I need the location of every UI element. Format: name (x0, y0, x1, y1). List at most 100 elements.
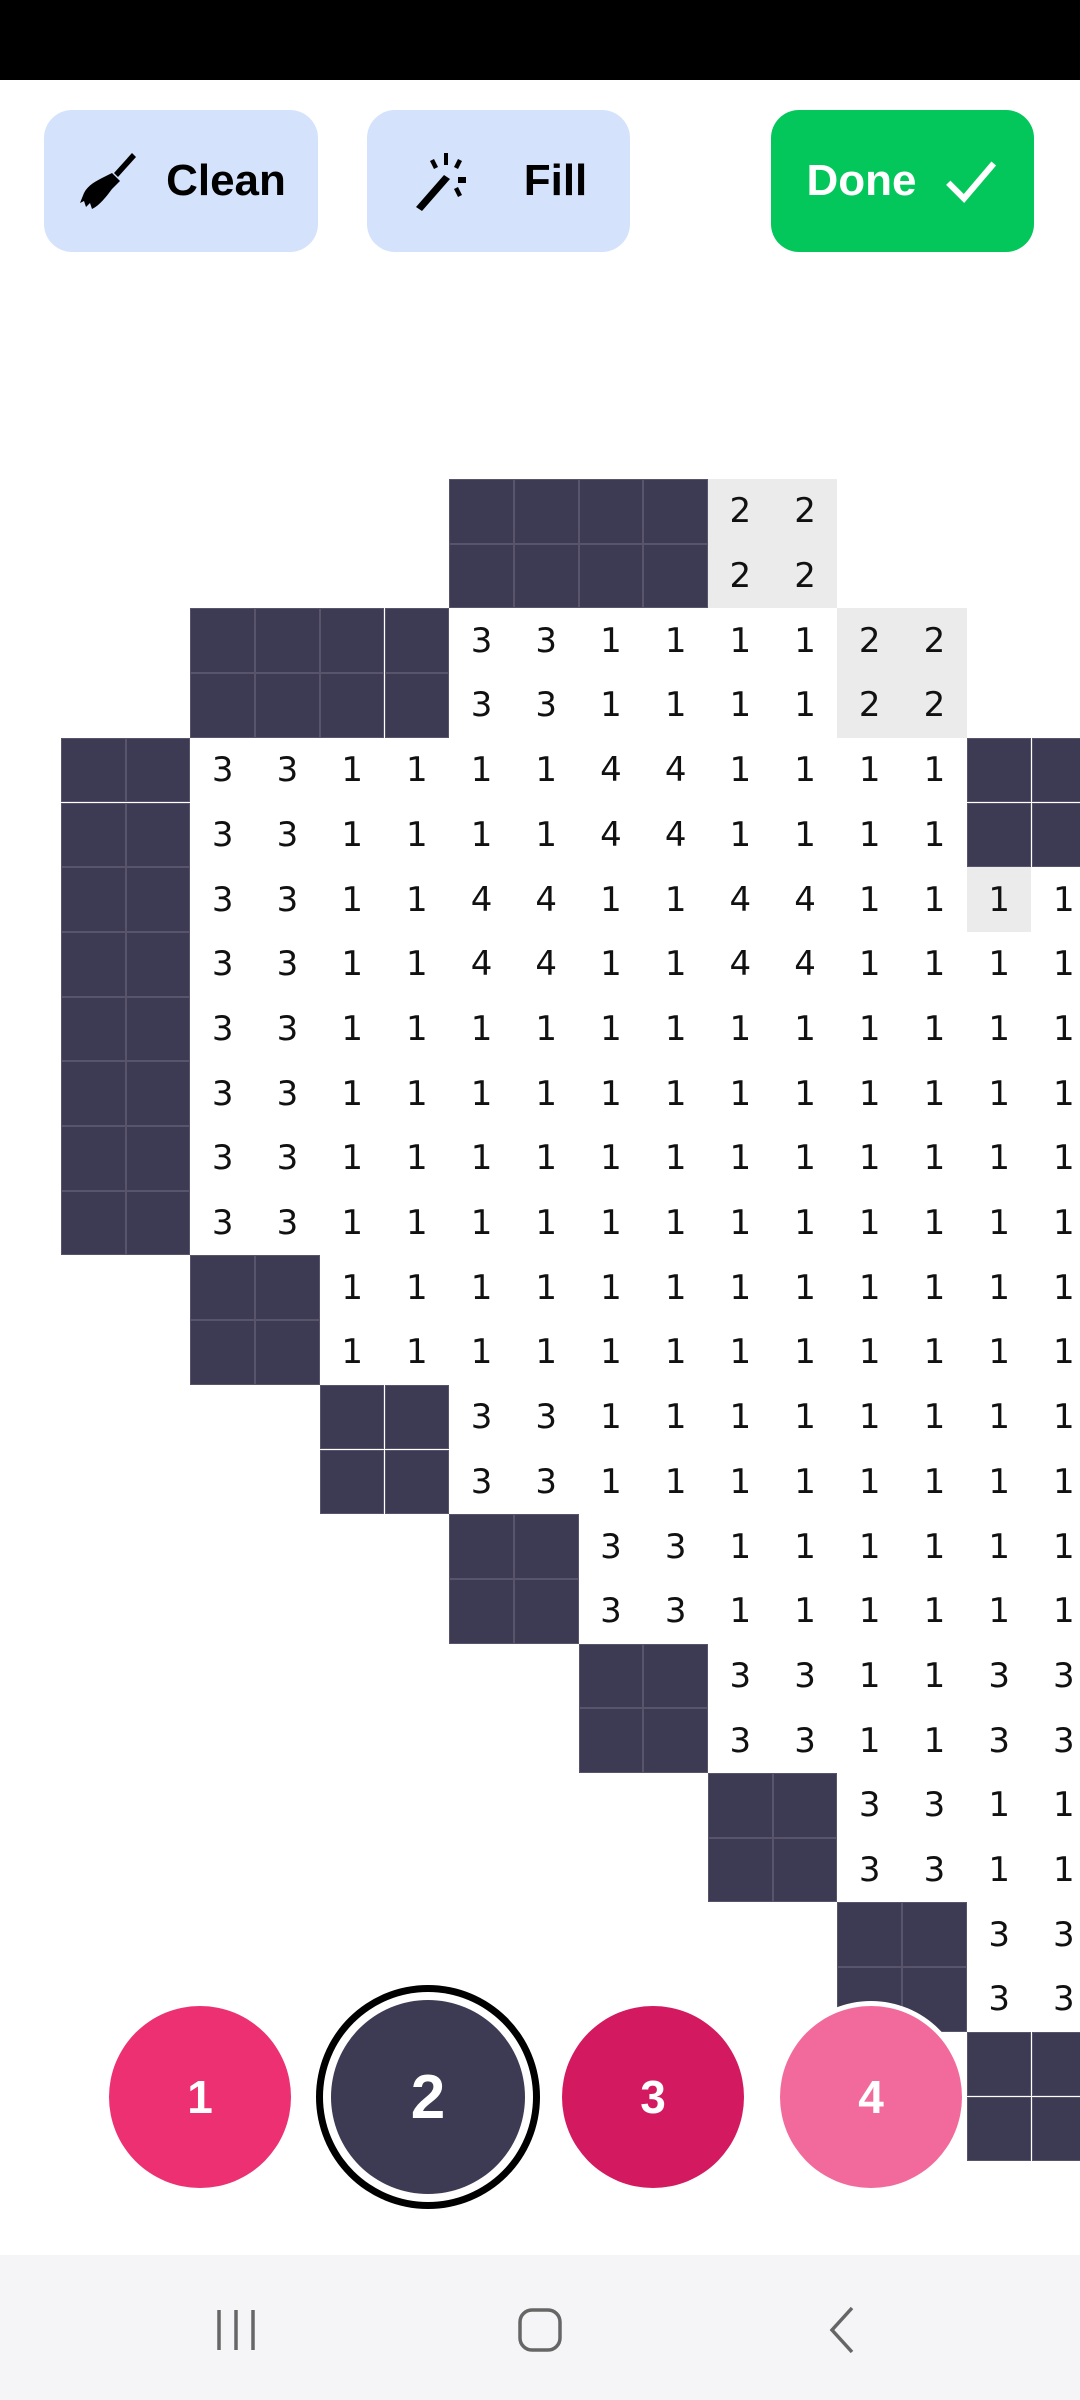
number-cell[interactable]: 1 (579, 608, 644, 673)
number-cell[interactable]: 1 (773, 997, 838, 1062)
painted-cell[interactable] (319, 1384, 385, 1450)
painted-cell[interactable] (61, 867, 126, 932)
painted-cell[interactable] (255, 1320, 320, 1385)
palette-color-1[interactable]: 1 (109, 2006, 291, 2188)
painted-cell[interactable] (643, 1643, 708, 1709)
number-cell[interactable]: 1 (773, 1126, 838, 1191)
painted-cell[interactable] (61, 996, 126, 1062)
highlighted-cell[interactable]: 2 (772, 479, 838, 544)
number-cell[interactable]: 1 (579, 997, 644, 1062)
number-cell[interactable]: 3 (579, 1514, 644, 1579)
number-cell[interactable]: 1 (1032, 867, 1080, 932)
painted-cell[interactable] (1031, 2096, 1080, 2162)
recents-icon[interactable] (196, 2295, 276, 2365)
painted-cell[interactable] (384, 608, 450, 674)
number-cell[interactable]: 1 (449, 803, 514, 868)
number-cell[interactable]: 1 (837, 1320, 902, 1385)
number-cell[interactable]: 1 (514, 1320, 579, 1385)
number-cell[interactable]: 1 (773, 608, 838, 673)
number-cell[interactable]: 3 (967, 1902, 1032, 1967)
number-cell[interactable]: 1 (837, 1579, 902, 1644)
number-cell[interactable]: 1 (902, 1061, 967, 1126)
painted-cell[interactable] (708, 1773, 773, 1838)
painted-cell[interactable] (772, 1837, 838, 1903)
number-cell[interactable]: 3 (773, 1708, 838, 1773)
number-cell[interactable]: 3 (255, 867, 320, 932)
number-cell[interactable]: 1 (773, 673, 838, 738)
number-cell[interactable]: 1 (773, 803, 838, 868)
number-cell[interactable]: 1 (643, 1126, 708, 1191)
number-cell[interactable]: 3 (1032, 1708, 1080, 1773)
number-cell[interactable]: 3 (773, 1644, 838, 1709)
painted-cell[interactable] (966, 737, 1032, 803)
number-cell[interactable]: 1 (967, 997, 1032, 1062)
number-cell[interactable]: 3 (902, 1838, 967, 1903)
painted-cell[interactable] (513, 1578, 579, 1644)
painted-cell[interactable] (966, 2096, 1032, 2162)
painted-cell[interactable] (61, 737, 126, 803)
number-cell[interactable]: 1 (1032, 1385, 1080, 1450)
painted-cell[interactable] (61, 1190, 126, 1256)
number-cell[interactable]: 1 (514, 803, 579, 868)
palette-color-3[interactable]: 3 (562, 2006, 744, 2188)
number-cell[interactable]: 1 (579, 1191, 644, 1256)
number-cell[interactable]: 1 (1032, 1514, 1080, 1579)
number-cell[interactable]: 1 (385, 803, 450, 868)
painted-cell[interactable] (125, 867, 191, 932)
highlighted-cell[interactable]: 2 (837, 608, 903, 674)
number-cell[interactable]: 3 (190, 867, 255, 932)
painted-cell[interactable] (61, 1061, 126, 1126)
number-cell[interactable]: 1 (579, 1320, 644, 1385)
number-cell[interactable]: 3 (255, 1191, 320, 1256)
painted-cell[interactable] (643, 479, 708, 544)
number-cell[interactable]: 1 (579, 867, 644, 932)
number-cell[interactable]: 1 (967, 932, 1032, 997)
number-cell[interactable]: 1 (902, 1320, 967, 1385)
painted-cell[interactable] (966, 802, 1032, 868)
number-cell[interactable]: 1 (967, 1385, 1032, 1450)
number-cell[interactable]: 1 (320, 932, 385, 997)
number-cell[interactable]: 4 (514, 867, 579, 932)
number-cell[interactable]: 3 (579, 1579, 644, 1644)
painted-cell[interactable] (255, 1255, 320, 1321)
painted-cell[interactable] (513, 479, 579, 544)
number-cell[interactable]: 1 (837, 738, 902, 803)
number-cell[interactable]: 1 (1032, 1126, 1080, 1191)
number-cell[interactable]: 3 (967, 1708, 1032, 1773)
number-cell[interactable]: 3 (255, 803, 320, 868)
number-cell[interactable]: 1 (902, 997, 967, 1062)
number-cell[interactable]: 1 (837, 1644, 902, 1709)
home-icon[interactable] (500, 2295, 580, 2365)
number-cell[interactable]: 3 (449, 673, 514, 738)
number-cell[interactable]: 1 (902, 738, 967, 803)
number-cell[interactable]: 3 (449, 608, 514, 673)
number-cell[interactable]: 1 (773, 1450, 838, 1515)
number-cell[interactable]: 1 (773, 1514, 838, 1579)
painted-cell[interactable] (384, 1449, 450, 1515)
painted-cell[interactable] (125, 931, 191, 997)
painted-cell[interactable] (190, 673, 256, 738)
painted-cell[interactable] (513, 1514, 579, 1579)
highlighted-cell[interactable]: 1 (966, 867, 1032, 932)
number-cell[interactable]: 1 (385, 1320, 450, 1385)
number-cell[interactable]: 3 (190, 1061, 255, 1126)
number-cell[interactable]: 1 (643, 673, 708, 738)
painted-cell[interactable] (1031, 2031, 1080, 2097)
number-cell[interactable]: 1 (579, 673, 644, 738)
painted-cell[interactable] (384, 1384, 450, 1450)
number-cell[interactable]: 1 (449, 997, 514, 1062)
number-cell[interactable]: 1 (643, 1191, 708, 1256)
number-cell[interactable]: 1 (320, 1255, 385, 1320)
number-cell[interactable]: 1 (449, 1320, 514, 1385)
number-cell[interactable]: 1 (837, 1708, 902, 1773)
clean-button[interactable]: Clean (44, 110, 318, 252)
number-cell[interactable]: 1 (643, 1061, 708, 1126)
painted-cell[interactable] (578, 1708, 644, 1773)
number-cell[interactable]: 4 (449, 867, 514, 932)
number-cell[interactable]: 1 (385, 867, 450, 932)
number-cell[interactable]: 1 (1032, 932, 1080, 997)
number-cell[interactable]: 1 (967, 1061, 1032, 1126)
number-cell[interactable]: 1 (967, 1320, 1032, 1385)
painted-cell[interactable] (125, 1190, 191, 1256)
number-cell[interactable]: 3 (967, 1967, 1032, 2032)
